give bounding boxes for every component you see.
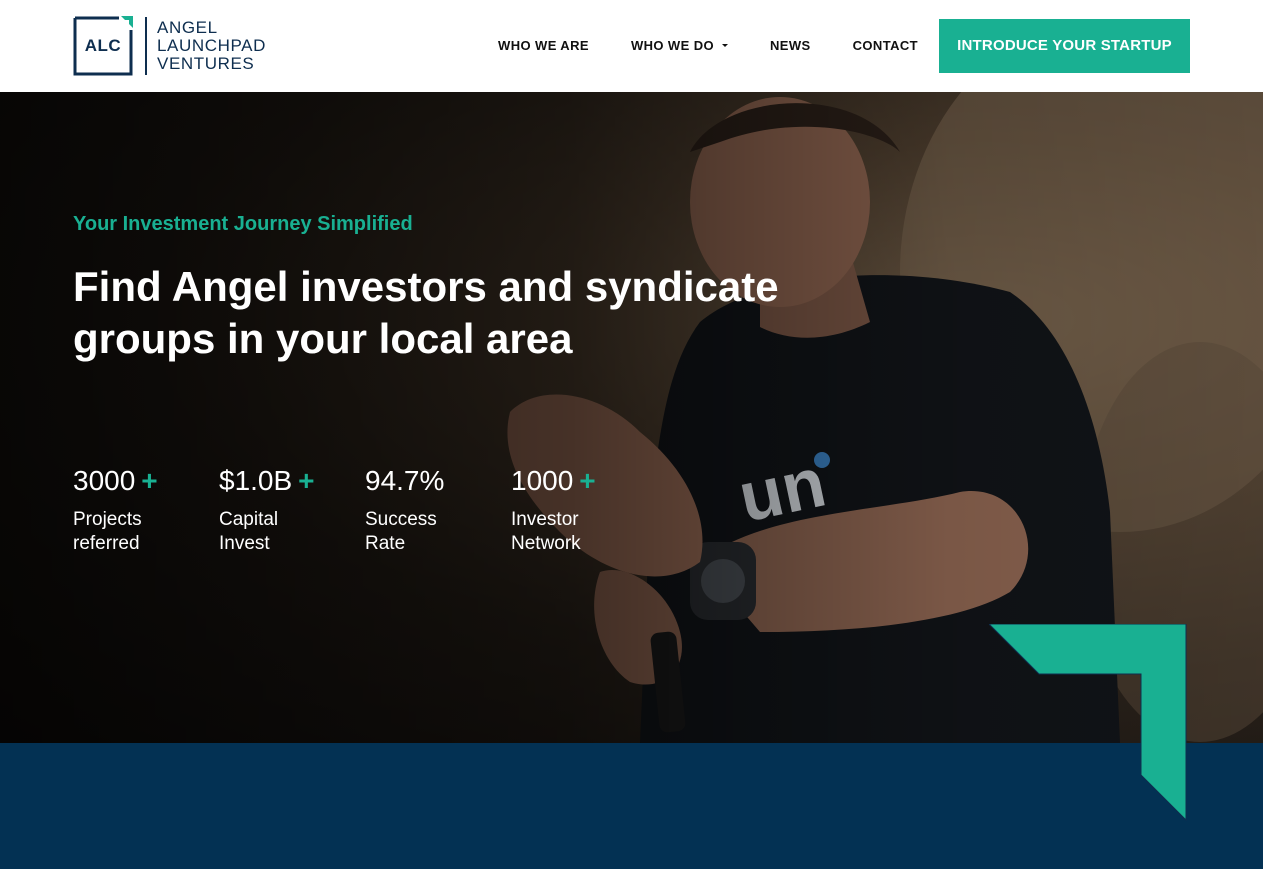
stat-label: Projects referred — [73, 509, 142, 554]
hero-eyebrow: Your Investment Journey Simplified — [73, 213, 413, 235]
stat-label: Capital Invest — [219, 509, 279, 554]
logo-wordmark: ANGEL LAUNCHPAD VENTURES — [157, 19, 266, 73]
nav-item-label: NEWS — [770, 38, 811, 53]
stat-capital: $1.0B + Capital Invest — [219, 464, 365, 556]
chevron-down-icon — [722, 44, 728, 47]
plus-icon: + — [141, 465, 158, 496]
main-nav: WHO WE ARE WHO WE DO NEWS CONTACT INTROD… — [498, 18, 1190, 73]
site-header: ALC ANGEL LAUNCHPAD VENTURES WHO WE ARE … — [0, 0, 1263, 92]
decorative-corner-arrow-icon — [989, 624, 1187, 822]
stat-number: 94.7% — [365, 465, 445, 496]
logo-divider — [145, 17, 147, 75]
stat-label: Investor Network — [511, 509, 581, 554]
logo-line-2: LAUNCHPAD — [157, 36, 266, 55]
introduce-startup-button[interactable]: INTRODUCE YOUR STARTUP — [939, 18, 1190, 73]
nav-item-news[interactable]: NEWS — [770, 38, 811, 53]
stat-success-rate: 94.7% Success Rate — [365, 464, 511, 556]
stat-number: $1.0B — [219, 465, 293, 496]
hero-headline: Find Angel investors and syndicate group… — [73, 263, 779, 362]
plus-icon: + — [579, 465, 596, 496]
stat-investor-network: 1000 + Investor Network — [511, 464, 657, 556]
stat-value: $1.0B + — [219, 464, 365, 498]
stat-number: 3000 — [73, 465, 136, 496]
nav-item-who-we-are[interactable]: WHO WE ARE — [498, 38, 589, 53]
stat-value: 3000 + — [73, 464, 219, 498]
stat-projects: 3000 + Projects referred — [73, 464, 219, 556]
logo-abbreviation: ALC — [84, 36, 122, 55]
nav-item-who-we-do[interactable]: WHO WE DO — [631, 38, 728, 53]
stat-label: Success Rate — [365, 509, 437, 554]
nav-item-label: CONTACT — [852, 38, 918, 53]
logo-line-1: ANGEL — [157, 18, 218, 37]
nav-item-label: WHO WE ARE — [498, 38, 589, 53]
nav-item-contact[interactable]: CONTACT — [853, 38, 918, 53]
brand-logo[interactable]: ALC ANGEL LAUNCHPAD VENTURES — [73, 16, 266, 76]
plus-icon: + — [298, 465, 315, 496]
stat-number: 1000 — [511, 465, 574, 496]
stat-value: 1000 + — [511, 464, 657, 498]
logo-line-3: VENTURES — [157, 54, 255, 73]
stats-row: 3000 + Projects referred $1.0B + Capital I… — [73, 464, 657, 556]
nav-item-label: WHO WE DO — [630, 38, 714, 53]
logo-mark: ALC — [73, 16, 133, 76]
stat-value: 94.7% — [365, 464, 511, 498]
